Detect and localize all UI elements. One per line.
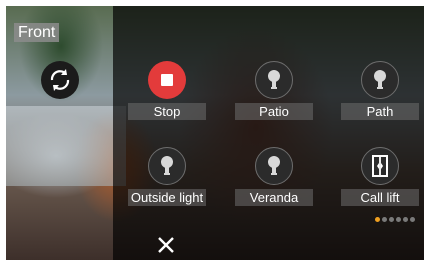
close-icon [158, 237, 174, 253]
control-label: Stop [128, 103, 206, 120]
control-label: Path [341, 103, 419, 120]
bulb-icon [374, 70, 386, 89]
outside-light-button[interactable] [148, 147, 186, 185]
control-label: Outside light [128, 189, 206, 206]
control-path[interactable]: Path [341, 61, 419, 131]
control-stop[interactable]: Stop [128, 61, 206, 131]
page-dot[interactable] [389, 217, 394, 222]
path-button[interactable] [361, 61, 399, 99]
page-dot[interactable] [375, 217, 380, 222]
veranda-button[interactable] [255, 147, 293, 185]
control-label: Call lift [341, 189, 419, 206]
lift-icon [372, 155, 388, 177]
stop-icon [161, 74, 173, 86]
camera-feed-background [6, 106, 126, 186]
control-label: Patio [235, 103, 313, 120]
page-indicator [375, 217, 424, 223]
bulb-icon [161, 156, 173, 175]
stop-button[interactable] [148, 61, 186, 99]
page-dot[interactable] [382, 217, 387, 222]
switch-camera-button[interactable] [41, 61, 79, 99]
bulb-icon [268, 70, 280, 89]
patio-button[interactable] [255, 61, 293, 99]
intercom-screen: Front Stop Patio Path Outside light Vera… [6, 6, 424, 260]
close-button[interactable] [155, 234, 177, 256]
control-outside-light[interactable]: Outside light [128, 147, 206, 217]
call-lift-button[interactable] [361, 147, 399, 185]
page-dot[interactable] [403, 217, 408, 222]
control-label: Veranda [235, 189, 313, 206]
control-veranda[interactable]: Veranda [235, 147, 313, 217]
control-patio[interactable]: Patio [235, 61, 313, 131]
refresh-icon [50, 69, 70, 91]
page-dot[interactable] [410, 217, 415, 222]
page-dot[interactable] [396, 217, 401, 222]
bulb-icon [268, 156, 280, 175]
control-call-lift[interactable]: Call lift [341, 147, 419, 217]
camera-name-label: Front [14, 23, 60, 42]
